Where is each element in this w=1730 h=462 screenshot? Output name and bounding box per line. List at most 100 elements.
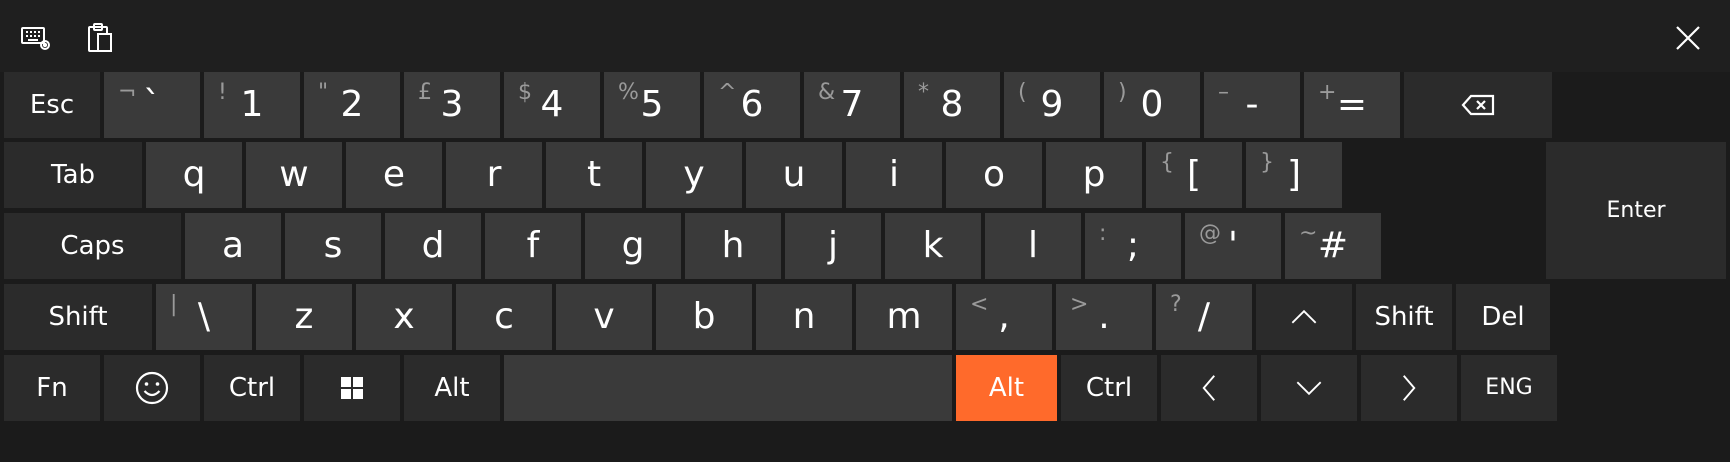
close-icon[interactable] bbox=[1666, 16, 1710, 60]
key-right-bracket[interactable]: }] bbox=[1246, 142, 1342, 208]
key-z[interactable]: z bbox=[256, 284, 352, 350]
right-arrow-key[interactable] bbox=[1361, 355, 1457, 421]
key-backslash[interactable]: | \ bbox=[156, 284, 252, 350]
key-eng[interactable]: ENG bbox=[1461, 355, 1557, 421]
key-esc[interactable]: Esc bbox=[4, 72, 100, 138]
active-key-alt[interactable]: Alt bbox=[956, 355, 1057, 421]
key-g[interactable]: g bbox=[585, 213, 681, 279]
key-backtick[interactable]: ¬ ` bbox=[104, 72, 200, 138]
space-key[interactable] bbox=[504, 355, 952, 421]
key-u[interactable]: u bbox=[746, 142, 842, 208]
windows-key[interactable] bbox=[304, 355, 400, 421]
key-minus[interactable]: – - bbox=[1204, 72, 1300, 138]
key-secondary-label: | bbox=[170, 292, 178, 317]
key-ctrl[interactable]: Ctrl bbox=[204, 355, 300, 421]
key-t[interactable]: t bbox=[546, 142, 642, 208]
key-r[interactable]: r bbox=[446, 142, 542, 208]
key-k[interactable]: k bbox=[885, 213, 981, 279]
key-o[interactable]: o bbox=[946, 142, 1042, 208]
key-label: 5 bbox=[640, 84, 664, 125]
key-ctrl[interactable]: Ctrl bbox=[1061, 355, 1157, 421]
key-label: Ctrl bbox=[1085, 373, 1133, 403]
key-b[interactable]: b bbox=[656, 284, 752, 350]
key-m[interactable]: m bbox=[856, 284, 952, 350]
key-hash[interactable]: ~ # bbox=[1285, 213, 1381, 279]
key-label: 3 bbox=[440, 84, 464, 125]
emoji-key[interactable] bbox=[104, 355, 200, 421]
key-del[interactable]: Del bbox=[1456, 284, 1550, 350]
key-label: ENG bbox=[1485, 375, 1533, 400]
up-arrow-key[interactable] bbox=[1256, 284, 1352, 350]
key-secondary-label: £ bbox=[418, 80, 432, 105]
key-secondary-label: : bbox=[1099, 221, 1107, 246]
key-5[interactable]: % 5 bbox=[604, 72, 700, 138]
key-slash[interactable]: ? / bbox=[1156, 284, 1252, 350]
key-shift[interactable]: Shift bbox=[1356, 284, 1452, 350]
key-1[interactable]: ! 1 bbox=[204, 72, 300, 138]
key-tab[interactable]: Tab bbox=[4, 142, 142, 208]
key-secondary-label: > bbox=[1070, 292, 1089, 317]
key-p[interactable]: p bbox=[1046, 142, 1142, 208]
key-x[interactable]: x bbox=[356, 284, 452, 350]
key-comma[interactable]: <, bbox=[956, 284, 1052, 350]
key-4[interactable]: $4 bbox=[504, 72, 600, 138]
key-label: Alt bbox=[988, 373, 1025, 403]
key-v[interactable]: v bbox=[556, 284, 652, 350]
key-label: u bbox=[782, 154, 806, 195]
key-e[interactable]: e bbox=[346, 142, 442, 208]
key-label: 8 bbox=[940, 84, 964, 125]
key-9[interactable]: (9 bbox=[1004, 72, 1100, 138]
key-6[interactable]: ^ 6 bbox=[704, 72, 800, 138]
key-label: e bbox=[382, 154, 406, 195]
key-i[interactable]: i bbox=[846, 142, 942, 208]
key-label: b bbox=[692, 296, 716, 337]
key-2[interactable]: " 2 bbox=[304, 72, 400, 138]
key-c[interactable]: c bbox=[456, 284, 552, 350]
backspace-key[interactable] bbox=[1404, 72, 1552, 138]
key-secondary-label: ¬ bbox=[118, 80, 137, 105]
key-apostrophe[interactable]: @ ' bbox=[1185, 213, 1281, 279]
key-l[interactable]: l bbox=[985, 213, 1081, 279]
key-8[interactable]: * 8 bbox=[904, 72, 1000, 138]
key-3[interactable]: £3 bbox=[404, 72, 500, 138]
keyboard-settings-icon[interactable] bbox=[16, 20, 56, 56]
key-j[interactable]: j bbox=[785, 213, 881, 279]
key-secondary-label: – bbox=[1218, 80, 1229, 105]
left-arrow-key[interactable] bbox=[1161, 355, 1257, 421]
key-left-bracket[interactable]: {[ bbox=[1146, 142, 1242, 208]
key-label: \ bbox=[197, 296, 211, 337]
up-arrow-icon bbox=[1289, 306, 1319, 328]
key-a[interactable]: a bbox=[185, 213, 281, 279]
key-secondary-label: $ bbox=[518, 80, 532, 105]
key-alt[interactable]: Alt bbox=[404, 355, 500, 421]
key-secondary-label: ~ bbox=[1299, 221, 1318, 246]
key-label: g bbox=[621, 225, 645, 266]
down-arrow-key[interactable] bbox=[1261, 355, 1357, 421]
backspace-icon bbox=[1461, 94, 1495, 116]
key-f[interactable]: f bbox=[485, 213, 581, 279]
key-caps[interactable]: Caps bbox=[4, 213, 181, 279]
key-7[interactable]: & 7 bbox=[804, 72, 900, 138]
key-0[interactable]: ) 0 bbox=[1104, 72, 1200, 138]
key-fn[interactable]: Fn bbox=[4, 355, 100, 421]
key-label: ; bbox=[1126, 225, 1140, 266]
key-equals[interactable]: + = bbox=[1304, 72, 1400, 138]
key-label: n bbox=[792, 296, 816, 337]
key-s[interactable]: s bbox=[285, 213, 381, 279]
enter-key[interactable]: Enter bbox=[1546, 142, 1726, 279]
clipboard-icon[interactable] bbox=[80, 20, 120, 56]
key-h[interactable]: h bbox=[685, 213, 781, 279]
key-label: 1 bbox=[240, 84, 264, 125]
key-d[interactable]: d bbox=[385, 213, 481, 279]
key-label: p bbox=[1082, 154, 1106, 195]
key-n[interactable]: n bbox=[756, 284, 852, 350]
key-q[interactable]: q bbox=[146, 142, 242, 208]
key-label: 6 bbox=[740, 84, 764, 125]
key-w[interactable]: w bbox=[246, 142, 342, 208]
key-shift[interactable]: Shift bbox=[4, 284, 152, 350]
key-label: r bbox=[486, 154, 502, 195]
key-y[interactable]: y bbox=[646, 142, 742, 208]
key-period[interactable]: >. bbox=[1056, 284, 1152, 350]
key-semicolon[interactable]: :; bbox=[1085, 213, 1181, 279]
key-label: 4 bbox=[540, 84, 564, 125]
